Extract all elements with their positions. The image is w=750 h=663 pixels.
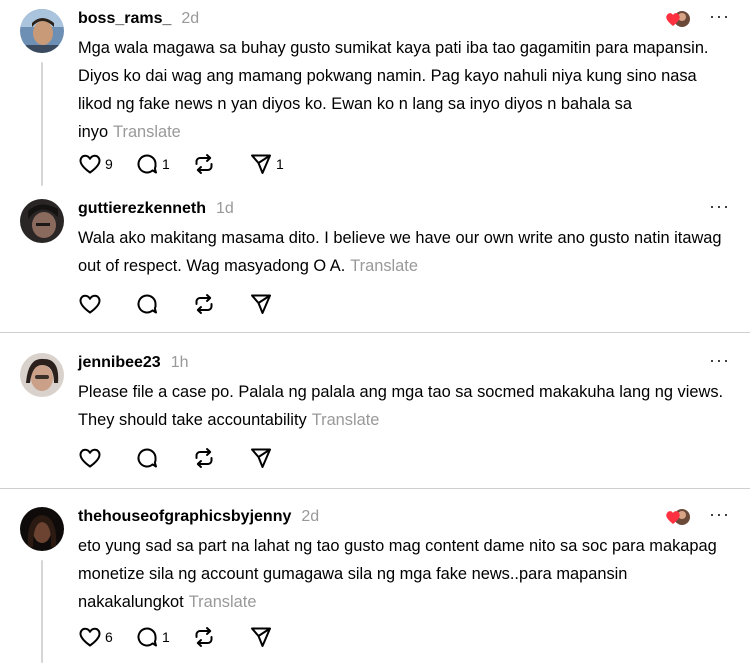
post-text: eto yung sad sa part na lahat ng tao gus…	[78, 532, 730, 616]
avatar[interactable]	[20, 353, 64, 397]
action-bar	[78, 446, 306, 470]
like-button[interactable]	[78, 292, 113, 316]
like-count: 9	[105, 156, 113, 172]
like-button[interactable]	[78, 446, 113, 470]
send-icon	[251, 627, 271, 647]
timestamp[interactable]: 2d	[301, 508, 319, 526]
comment-icon	[137, 448, 157, 468]
post-text: Wala ako makitang masama dito. I believe…	[78, 224, 730, 280]
heart-icon	[79, 294, 101, 314]
send-icon	[251, 448, 271, 468]
repost-button[interactable]	[192, 625, 227, 649]
timestamp[interactable]: 1h	[171, 354, 189, 372]
comment-icon	[137, 154, 157, 174]
share-button[interactable]	[249, 292, 284, 316]
more-options-icon[interactable]: ···	[709, 197, 730, 217]
send-icon	[251, 294, 271, 314]
share-button[interactable]	[249, 446, 284, 470]
heart-icon	[79, 154, 101, 174]
repost-icon	[195, 627, 213, 647]
heart-icon	[79, 448, 101, 468]
post-thehouseofgraphicsbyjenny: thehouseofgraphicsbyjenny 2d ··· eto yun…	[0, 498, 750, 663]
reply-button[interactable]: 1	[135, 625, 170, 649]
like-count: 6	[105, 629, 113, 645]
timestamp[interactable]: 2d	[181, 10, 199, 28]
username[interactable]: thehouseofgraphicsbyjenny	[78, 508, 291, 526]
comment-icon	[137, 294, 157, 314]
action-bar	[78, 292, 306, 316]
action-bar: 9 1 1	[78, 152, 306, 176]
reply-button[interactable]: 1	[135, 152, 170, 176]
translate-link[interactable]: Translate	[189, 593, 257, 611]
repost-icon	[195, 154, 213, 174]
repost-button[interactable]	[192, 446, 227, 470]
more-options-icon[interactable]: ···	[709, 7, 730, 27]
repost-button[interactable]	[192, 152, 227, 176]
reply-button[interactable]	[135, 446, 170, 470]
repost-icon	[195, 294, 213, 314]
thread-line	[41, 560, 43, 663]
post-text: Please file a case po. Palala ng palala …	[78, 378, 730, 434]
reply-count: 1	[162, 156, 170, 172]
avatar[interactable]	[20, 9, 64, 53]
share-count: 1	[276, 156, 284, 172]
post-header: thehouseofgraphicsbyjenny 2d ···	[78, 505, 730, 528]
share-button[interactable]	[249, 625, 284, 649]
repost-button[interactable]	[192, 292, 227, 316]
thread-line	[41, 62, 43, 186]
avatar[interactable]	[20, 199, 64, 243]
timestamp[interactable]: 1d	[216, 200, 234, 218]
more-options-icon[interactable]: ···	[709, 351, 730, 371]
divider	[0, 488, 750, 489]
username[interactable]: boss_rams_	[78, 10, 171, 28]
post-body: eto yung sad sa part na lahat ng tao gus…	[78, 537, 717, 611]
post-header: guttierezkenneth 1d ···	[78, 197, 730, 220]
post-jennibee23: jennibee23 1h ··· Please file a case po.…	[0, 344, 750, 486]
liked-by-author-icon	[665, 9, 691, 29]
like-button[interactable]: 6	[78, 625, 113, 649]
liked-by-author-icon	[665, 507, 691, 527]
post-body: Please file a case po. Palala ng palala …	[78, 383, 724, 429]
post-text: Mga wala magawa sa buhay gusto sumikat k…	[78, 34, 730, 146]
send-icon	[251, 154, 271, 174]
username[interactable]: guttierezkenneth	[78, 200, 206, 218]
comment-icon	[137, 627, 157, 647]
post-header: boss_rams_ 2d ···	[78, 7, 730, 30]
post-guttierezkenneth: guttierezkenneth 1d ··· Wala ako makitan…	[0, 190, 750, 330]
reply-count: 1	[162, 629, 170, 645]
reply-button[interactable]	[135, 292, 170, 316]
post-header: jennibee23 1h ···	[78, 351, 730, 374]
divider	[0, 332, 750, 333]
translate-link[interactable]: Translate	[312, 411, 380, 429]
username[interactable]: jennibee23	[78, 354, 161, 372]
translate-link[interactable]: Translate	[113, 123, 181, 141]
like-button[interactable]: 9	[78, 152, 113, 176]
action-bar: 6 1	[78, 625, 306, 649]
share-button[interactable]: 1	[249, 152, 284, 176]
repost-icon	[195, 448, 213, 468]
post-boss-rams: boss_rams_ 2d ··· Mga wala magawa sa buh…	[0, 0, 750, 190]
more-options-icon[interactable]: ···	[709, 505, 730, 525]
avatar[interactable]	[20, 507, 64, 551]
translate-link[interactable]: Translate	[350, 257, 418, 275]
heart-icon	[79, 627, 101, 647]
